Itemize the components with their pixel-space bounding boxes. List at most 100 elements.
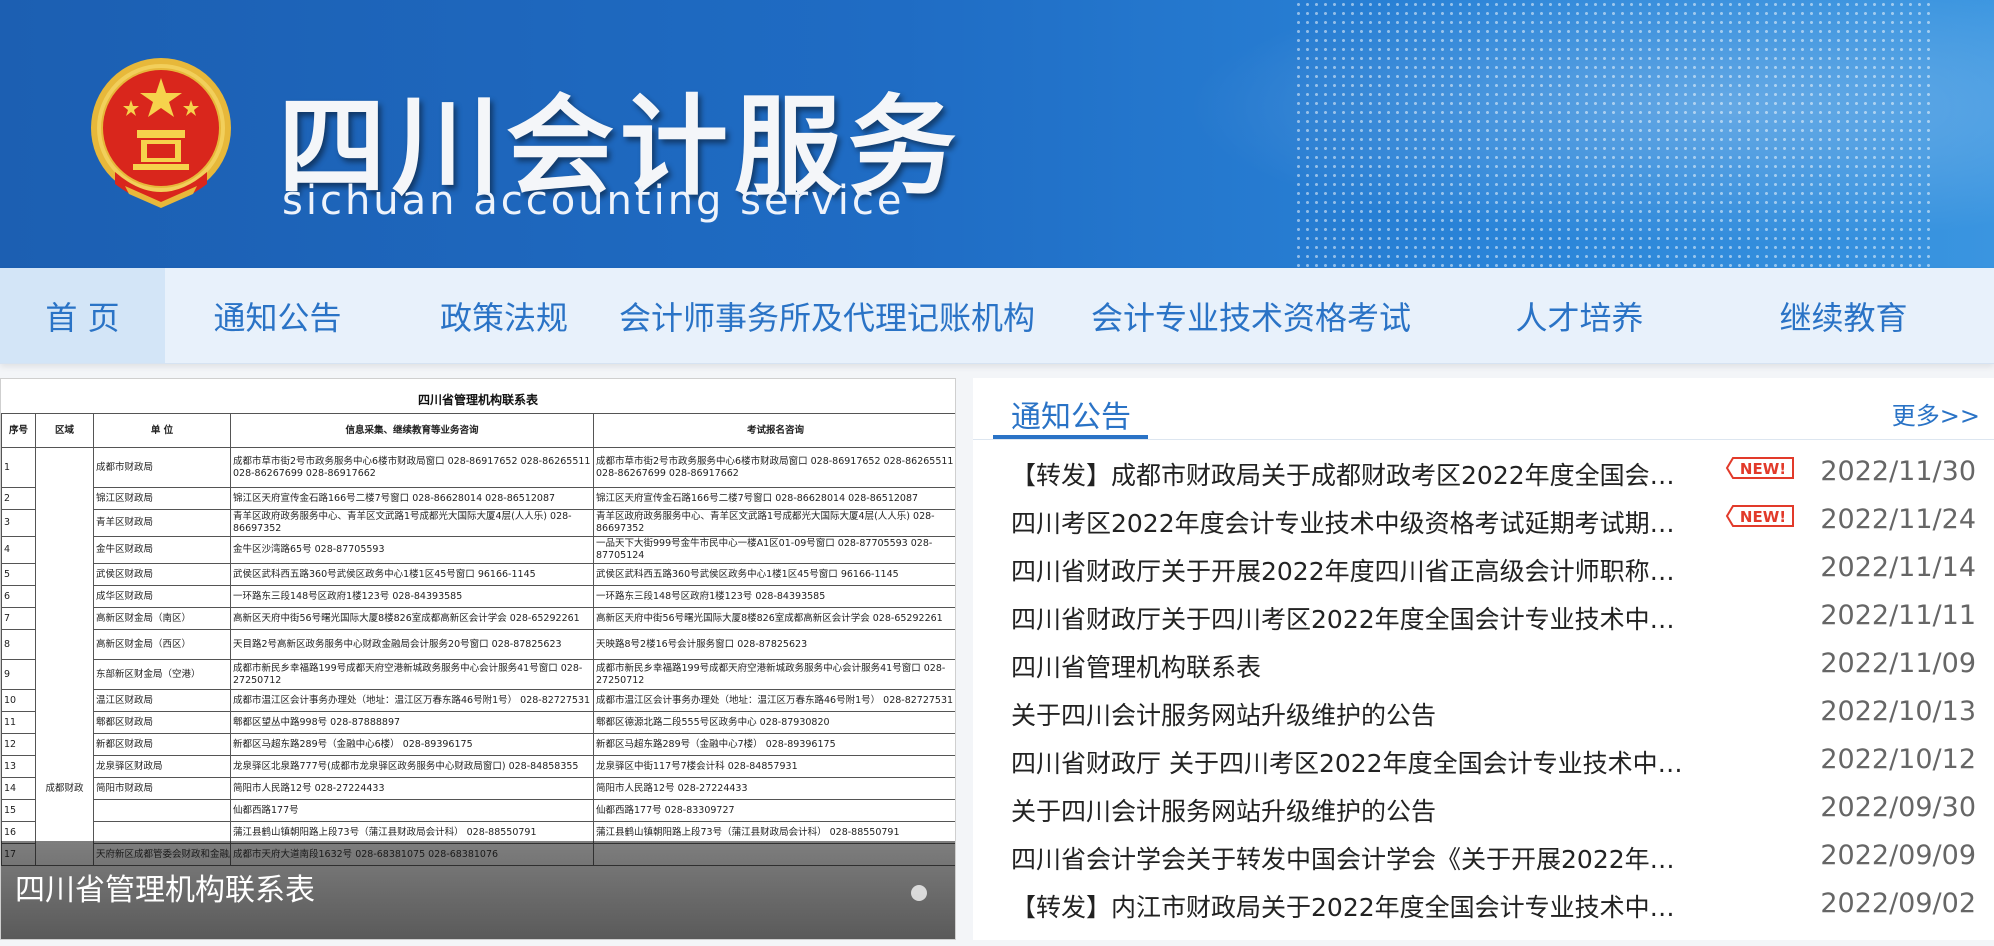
row-unit: 东部新区财金局（空港） (93, 659, 231, 690)
row-exam: 武侯区武科西五路360号武侯区政务中心1楼1区45号窗口 96166-1145 (593, 563, 955, 586)
news-date: 2022/09/30 (1820, 792, 1976, 823)
table-row: 9 东部新区财金局（空港） 成都市新民乡幸福路199号成都天府空港新城政务服务中心会… (1, 659, 955, 690)
row-unit: 温江区财政局 (93, 689, 231, 712)
row-exam: 高新区天府中街56号曙光国际大厦8楼826室成都高新区会计学会 028-6529… (593, 607, 955, 630)
sichuan-map-graphic (1294, 0, 1934, 268)
news-item[interactable]: 【转发】成都市财政局关于成都财政考区2022年度全国会计专业技术资格考试 NEW!… (973, 448, 1994, 496)
row-info: 新都区马超东路289号（金融中心6楼） 028-89396175 (230, 733, 594, 756)
panel-title[interactable]: 通知公告 (1011, 392, 1131, 436)
row-unit: 成华区财政局 (93, 585, 231, 608)
news-date: 2022/11/24 (1820, 504, 1976, 535)
table-row: 14 简阳市财政局 简阳市人民路12号 028-27224433 简阳市人民路12号 … (1, 777, 955, 800)
row-info: 成都市草市街2号市政务服务中心6楼市财政局窗口 028-86917652 028… (230, 447, 594, 488)
new-badge-icon: NEW! (1725, 457, 1794, 479)
row-unit: 金牛区财政局 (93, 536, 231, 564)
row-unit: 新都区财政局 (93, 733, 231, 756)
nav-qualification-exam[interactable]: 会计专业技术资格考试 (1036, 268, 1466, 363)
row-number: 7 (1, 607, 36, 630)
news-title[interactable]: 四川省财政厅关于开展2022年度四川省正高级会计师职称申报评审工作的通知 (1011, 552, 1696, 588)
contact-table-image: 序号 区域 单 位 信息采集、继续教育等业务咨询 考试报名咨询 1 成都财政 成都市… (1, 413, 955, 866)
slide-caption[interactable]: 四川省管理机构联系表 (15, 865, 315, 909)
panel-header: 通知公告 更多>> (973, 378, 1994, 440)
row-unit: 龙泉驿区财政局 (93, 755, 231, 778)
col-header: 序号 (1, 413, 36, 448)
news-item[interactable]: 【转发】内江市财政局关于2022年度全国会计专业技术中级资格考试考试 2022/0… (973, 880, 1994, 928)
row-exam: 龙泉驿区中街117号7楼会计科 028-84857931 (593, 755, 955, 778)
news-date: 2022/10/13 (1820, 696, 1976, 727)
row-number: 14 (1, 777, 36, 800)
news-date: 2022/09/09 (1820, 840, 1976, 871)
row-info: 成都市新民乡幸福路199号成都天府空港新城政务服务中心会计服务41号窗口 028… (230, 659, 594, 690)
row-exam: 成都市草市街2号市政务服务中心6楼市财政局窗口 028-86917652 028… (593, 447, 955, 488)
row-unit: 高新区财金局（西区） (93, 629, 231, 660)
row-exam: 天映路8号2楼16号会计服务窗口 028-87825623 (593, 629, 955, 660)
image-slider[interactable]: 四川省管理机构联系表 序号 区域 单 位 信息采集、继续教育等业务咨询 考试报名… (0, 378, 956, 940)
national-emblem-icon (91, 58, 231, 208)
news-title[interactable]: 四川考区2022年度会计专业技术中级资格考试延期考试期间新冠肺炎疫情防控 (1011, 504, 1696, 540)
row-exam: 郫都区德源北路二段555号区政务中心 028-87930820 (593, 711, 955, 734)
row-number: 3 (1, 509, 36, 537)
table-row: 3 青羊区财政局 青羊区政府政务服务中心、青羊区文武路1号成都光大国际大厦4层(人人… (1, 509, 955, 537)
nav-talent-training[interactable]: 人才培养 (1466, 268, 1693, 363)
news-item[interactable]: 关于四川会计服务网站升级维护的公告 2022/09/30 (973, 784, 1994, 832)
main-nav: 首 页 通知公告 政策法规 会计师事务所及代理记账机构 会计专业技术资格考试 人… (0, 268, 1994, 364)
news-date: 2022/11/09 (1820, 648, 1976, 679)
news-title[interactable]: 【转发】内江市财政局关于2022年度全国会计专业技术中级资格考试考试 (1011, 888, 1696, 924)
table-row: 6 成华区财政局 一环路东三段148号区政府1楼123号 028-84393585 一… (1, 585, 955, 608)
news-date: 2022/10/12 (1820, 744, 1976, 775)
row-exam: 锦江区天府宣传金石路166号二楼7号窗口 028-86628014 028-86… (593, 487, 955, 510)
row-unit (93, 799, 231, 822)
news-title[interactable]: 关于四川会计服务网站升级维护的公告 (1011, 792, 1696, 828)
row-info: 高新区天府中街56号曙光国际大厦8楼826室成都高新区会计学会 028-6529… (230, 607, 594, 630)
news-item[interactable]: 四川考区2022年度会计专业技术中级资格考试延期考试期间新冠肺炎疫情防控 NEW!… (973, 496, 1994, 544)
row-unit: 成都市财政局 (93, 447, 231, 488)
news-title[interactable]: 四川省会计学会关于转发中国会计学会《关于开展2022年度财政部会计 (1011, 840, 1696, 876)
nav-continuing-education[interactable]: 继续教育 (1693, 268, 1994, 363)
row-unit: 高新区财金局（南区） (93, 607, 231, 630)
col-header: 考试报名咨询 (593, 413, 955, 448)
table-row: 4 金牛区财政局 金牛区沙湾路65号 028-87705593 一品天下大街999号金… (1, 536, 955, 564)
row-number: 11 (1, 711, 36, 734)
news-date: 2022/11/11 (1820, 600, 1976, 631)
more-link[interactable]: 更多>> (1892, 396, 1980, 431)
news-title[interactable]: 四川省财政厅 关于四川考区2022年度全国会计专业技术中级资格考试有关事项 (1011, 744, 1696, 780)
news-title[interactable]: 四川省财政厅关于四川考区2022年度全国会计专业技术中级资格考试延期考试 (1011, 600, 1696, 636)
row-exam: 简阳市人民路12号 028-27224433 (593, 777, 955, 800)
row-exam: 仙都西路177号 028-83309727 (593, 799, 955, 822)
row-number: 12 (1, 733, 36, 756)
news-title[interactable]: 关于四川会计服务网站升级维护的公告 (1011, 696, 1696, 732)
row-info: 青羊区政府政务服务中心、青羊区文武路1号成都光大国际大厦4层(人人乐) 028-… (230, 509, 594, 537)
row-info: 简阳市人民路12号 028-27224433 (230, 777, 594, 800)
nav-policies[interactable]: 政策法规 (390, 268, 618, 363)
news-title[interactable]: 四川省管理机构联系表 (1011, 648, 1696, 684)
notice-panel: 通知公告 更多>> 【转发】成都市财政局关于成都财政考区2022年度全国会计专业… (973, 378, 1994, 940)
nav-home[interactable]: 首 页 (0, 268, 165, 363)
slide-indicator-dot[interactable] (911, 885, 927, 901)
row-info: 郫都区望丛中路998号 028-87888897 (230, 711, 594, 734)
nav-notices[interactable]: 通知公告 (165, 268, 390, 363)
row-info: 仙都西路177号 (230, 799, 594, 822)
news-item[interactable]: 四川省管理机构联系表 2022/11/09 (973, 640, 1994, 688)
nav-accounting-firms[interactable]: 会计师事务所及代理记账机构 (618, 268, 1036, 363)
site-banner: 四川会计服务 sichuan accounting service (0, 0, 1994, 268)
news-item[interactable]: 关于四川会计服务网站升级维护的公告 2022/10/13 (973, 688, 1994, 736)
site-subtitle: sichuan accounting service (282, 178, 905, 224)
table-row: 13 龙泉驿区财政局 龙泉驿区北泉路777号(成都市龙泉驿区政务服务中心财政局窗口)… (1, 755, 955, 778)
news-item[interactable]: 四川省财政厅关于四川考区2022年度全国会计专业技术中级资格考试延期考试 2022… (973, 592, 1994, 640)
slide-caption-bar: 四川省管理机构联系表 (1, 841, 955, 939)
news-title[interactable]: 【转发】成都市财政局关于成都财政考区2022年度全国会计专业技术资格考试 (1011, 456, 1696, 492)
news-item[interactable]: 四川省财政厅关于开展2022年度四川省正高级会计师职称申报评审工作的通知 2022… (973, 544, 1994, 592)
table-row: 12 新都区财政局 新都区马超东路289号（金融中心6楼） 028-89396175… (1, 733, 955, 756)
news-item[interactable]: 四川省会计学会关于转发中国会计学会《关于开展2022年度财政部会计 2022/09… (973, 832, 1994, 880)
row-unit: 武侯区财政局 (93, 563, 231, 586)
row-exam: 一环路东三段148号区政府1楼123号 028-84393585 (593, 585, 955, 608)
row-info: 锦江区天府宣传金石路166号二楼7号窗口 028-86628014 028-86… (230, 487, 594, 510)
table-row: 10 温江区财政局 成都市温江区会计事务办理处（地址：温江区万春东路46号附1号） … (1, 689, 955, 712)
new-badge-icon: NEW! (1725, 505, 1794, 527)
row-info: 龙泉驿区北泉路777号(成都市龙泉驿区政务服务中心财政局窗口) 028-8485… (230, 755, 594, 778)
row-number: 5 (1, 563, 36, 586)
row-number: 1 (1, 447, 36, 488)
doc-title: 四川省管理机构联系表 (417, 393, 538, 407)
row-number: 10 (1, 689, 36, 712)
news-item[interactable]: 四川省财政厅 关于四川考区2022年度全国会计专业技术中级资格考试有关事项 202… (973, 736, 1994, 784)
